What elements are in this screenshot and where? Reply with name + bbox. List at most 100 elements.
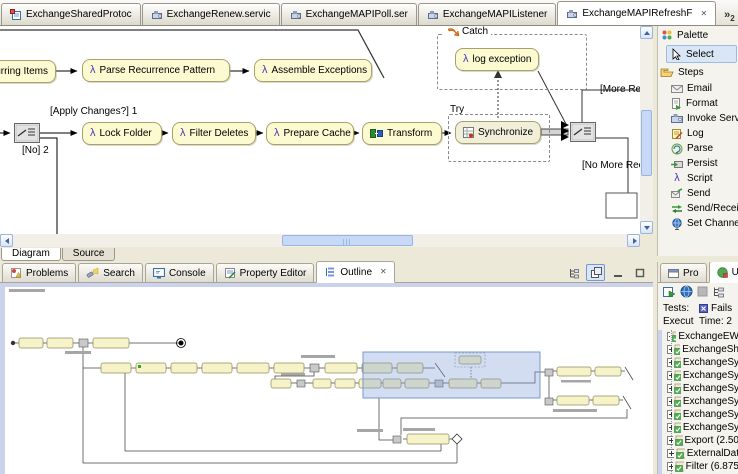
palette-item-persist[interactable]: Persist bbox=[658, 156, 738, 171]
palette-item-parse[interactable]: Parse bbox=[658, 141, 738, 156]
canvas-vertical-scrollbar[interactable] bbox=[640, 26, 653, 234]
expander-icon[interactable] bbox=[667, 332, 670, 341]
tab-exchange-mapi-poll[interactable]: ExchangeMAPIPoll.ser bbox=[281, 3, 417, 25]
close-icon[interactable] bbox=[380, 268, 387, 276]
scroll-down-button[interactable] bbox=[640, 221, 653, 234]
flow-diagram-canvas[interactable]: Catch Try [Apply Changes?] 1 [No] 2 [Mor… bbox=[0, 26, 641, 234]
expander-icon[interactable] bbox=[667, 397, 672, 406]
failure-icon bbox=[699, 304, 708, 313]
tab-problems[interactable]: Problems bbox=[2, 263, 76, 282]
node-prepare-cache[interactable]: λ Prepare Cache bbox=[266, 122, 354, 145]
catch-arrow-icon bbox=[447, 27, 460, 37]
palette-group-steps[interactable]: Steps bbox=[658, 64, 738, 81]
test-tree-item[interactable]: Export (2.50 bbox=[662, 434, 738, 447]
palette-item-select[interactable]: Select bbox=[666, 45, 737, 63]
node-synchronize[interactable]: Synchronize bbox=[455, 121, 541, 144]
palette-item-log[interactable]: Log bbox=[658, 126, 738, 141]
tab-overflow-button[interactable]: » 2 bbox=[720, 7, 738, 25]
palette-item-format[interactable]: Format bbox=[658, 96, 738, 111]
node-label: Prepare Cache bbox=[284, 128, 351, 139]
tab-outline[interactable]: Outline bbox=[316, 261, 394, 283]
tab-exchange-renew-service[interactable]: ExchangeRenew.servic bbox=[142, 3, 280, 25]
test-tree-item[interactable]: ExchangeSy bbox=[662, 408, 738, 421]
scrollbar-corner bbox=[640, 234, 653, 247]
vertical-scroll-thumb[interactable] bbox=[641, 110, 652, 176]
expander-icon[interactable] bbox=[667, 410, 672, 419]
outline-viewport[interactable] bbox=[363, 352, 540, 398]
tab-exchange-mapi-listener[interactable]: ExchangeMAPIListener bbox=[418, 3, 557, 25]
test-tree-item[interactable]: ExchangeSh bbox=[662, 343, 738, 356]
stop-test-button[interactable] bbox=[697, 286, 708, 300]
service-icon bbox=[566, 8, 578, 20]
palette-item-invoke-service[interactable]: Invoke Service bbox=[658, 111, 738, 126]
node-label: Filter Deletes bbox=[190, 128, 249, 139]
tab-label: ExchangeMAPIPoll.ser bbox=[306, 9, 408, 20]
palette-item-send-receive[interactable]: Send/Receive bbox=[658, 201, 738, 216]
run-test-button[interactable] bbox=[680, 285, 693, 301]
branch-label-no-more-recurring: [No More Recu bbox=[582, 160, 640, 171]
scroll-left-button[interactable] bbox=[0, 234, 13, 247]
tab-search[interactable]: Search bbox=[78, 263, 143, 282]
maximize-icon[interactable] bbox=[630, 264, 649, 281]
outline-thumbnail[interactable] bbox=[5, 287, 650, 471]
branch-label-no: [No] 2 bbox=[22, 145, 49, 156]
overview-mode-button[interactable] bbox=[586, 264, 605, 281]
tab-console[interactable]: Console bbox=[145, 263, 214, 282]
outline-view[interactable] bbox=[0, 283, 653, 474]
scroll-right-button[interactable] bbox=[627, 234, 640, 247]
tab-exchange-shared-protocol[interactable]: ExchangeSharedProtoc bbox=[1, 3, 141, 25]
node-filter-deletes[interactable]: λ Filter Deletes bbox=[172, 122, 256, 145]
test-tree-item[interactable]: ExchangeEW bbox=[662, 330, 738, 343]
tab-uni[interactable]: Uni bbox=[709, 262, 738, 283]
palette-item-email[interactable]: Email bbox=[658, 81, 738, 96]
tree-view-button[interactable] bbox=[564, 264, 583, 281]
palette-item-send[interactable]: Send bbox=[658, 186, 738, 201]
tab-property-editor[interactable]: Property Editor bbox=[216, 263, 315, 282]
canvas-horizontal-scrollbar[interactable] bbox=[0, 234, 640, 247]
hidden-tab-count: 2 bbox=[730, 14, 734, 23]
node-transform[interactable]: Transform bbox=[362, 122, 442, 145]
expander-icon[interactable] bbox=[667, 462, 673, 471]
node-label: Parse Recurrence Pattern bbox=[100, 65, 216, 76]
close-icon[interactable] bbox=[700, 10, 707, 18]
node-log-exception[interactable]: λ log exception bbox=[455, 48, 539, 71]
console-icon bbox=[153, 268, 165, 279]
branch-label-more-recurring: [More Re bbox=[600, 84, 640, 95]
test-tree-item[interactable]: ExchangeSy bbox=[662, 369, 738, 382]
tab-exchange-mapi-refresh[interactable]: ExchangeMAPIRefreshF bbox=[557, 1, 716, 25]
test-tree-item[interactable]: ExternalDat bbox=[662, 447, 738, 460]
expander-icon[interactable] bbox=[667, 423, 672, 432]
tab-diagram[interactable]: Diagram bbox=[1, 248, 61, 261]
node-parse-recurrence-pattern[interactable]: λ Parse Recurrence Pattern bbox=[82, 59, 230, 82]
test-tree-item[interactable]: ExchangeSy bbox=[662, 421, 738, 434]
test-tree-item[interactable]: ExchangeSy bbox=[662, 382, 738, 395]
horizontal-scroll-thumb[interactable] bbox=[282, 235, 413, 246]
test-tree-item[interactable]: Filter (6.875 bbox=[662, 460, 738, 473]
scroll-up-button[interactable] bbox=[640, 26, 653, 39]
relaunch-test-button[interactable] bbox=[662, 285, 676, 301]
expander-icon[interactable] bbox=[667, 345, 672, 354]
palette-item-set-channel[interactable]: Set Channel bbox=[658, 216, 738, 231]
expander-icon[interactable] bbox=[667, 449, 674, 458]
expander-icon[interactable] bbox=[667, 436, 673, 445]
node-assemble-exceptions[interactable]: λ Assemble Exceptions bbox=[254, 59, 372, 82]
expander-icon[interactable] bbox=[667, 371, 672, 380]
test-tree-item[interactable]: ExchangeSy bbox=[662, 356, 738, 369]
test-results-tree[interactable]: ExchangeEW ExchangeSh ExchangeSy Exchang… bbox=[658, 330, 738, 474]
tab-pro[interactable]: Pro bbox=[660, 263, 707, 282]
node-label: curring Items bbox=[0, 66, 48, 77]
palette-header[interactable]: Palette bbox=[658, 26, 738, 44]
node-label: Synchronize bbox=[478, 127, 533, 138]
expander-icon[interactable] bbox=[667, 358, 672, 367]
node-lock-folder[interactable]: λ Lock Folder bbox=[82, 122, 162, 145]
expander-icon[interactable] bbox=[667, 384, 672, 393]
lambda-icon: λ bbox=[180, 128, 186, 139]
test-hierarchy-button[interactable] bbox=[712, 286, 725, 301]
node-recurring-items[interactable]: curring Items bbox=[0, 60, 56, 83]
test-tree-item[interactable]: ExchangeSy bbox=[662, 395, 738, 408]
node-label: log exception bbox=[473, 54, 532, 65]
tab-source[interactable]: Source bbox=[62, 248, 116, 261]
palette-item-script[interactable]: λ Script bbox=[658, 171, 738, 186]
property-editor-icon bbox=[224, 267, 236, 279]
minimize-icon[interactable] bbox=[608, 264, 627, 281]
